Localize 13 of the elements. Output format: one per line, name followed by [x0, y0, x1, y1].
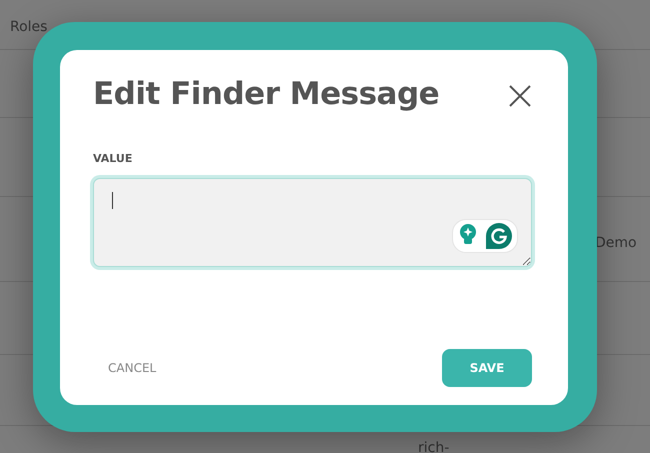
cancel-button[interactable]: CANCEL	[93, 355, 172, 381]
lightbulb-icon[interactable]	[458, 222, 478, 245]
close-button[interactable]	[508, 84, 532, 108]
assistant-logo-icon[interactable]	[486, 222, 512, 249]
column-header: Roles	[10, 18, 48, 37]
field-label: VALUE	[93, 151, 134, 168]
text-cursor	[112, 192, 113, 209]
writing-assistant-widget[interactable]	[452, 218, 518, 253]
save-button[interactable]: SAVE	[442, 349, 532, 387]
dialog-title: Edit Finder Message	[93, 76, 440, 114]
value-field[interactable]	[93, 178, 532, 267]
table-cell-text: rich-	[418, 439, 450, 453]
table-cell-text: Demo	[595, 234, 637, 253]
